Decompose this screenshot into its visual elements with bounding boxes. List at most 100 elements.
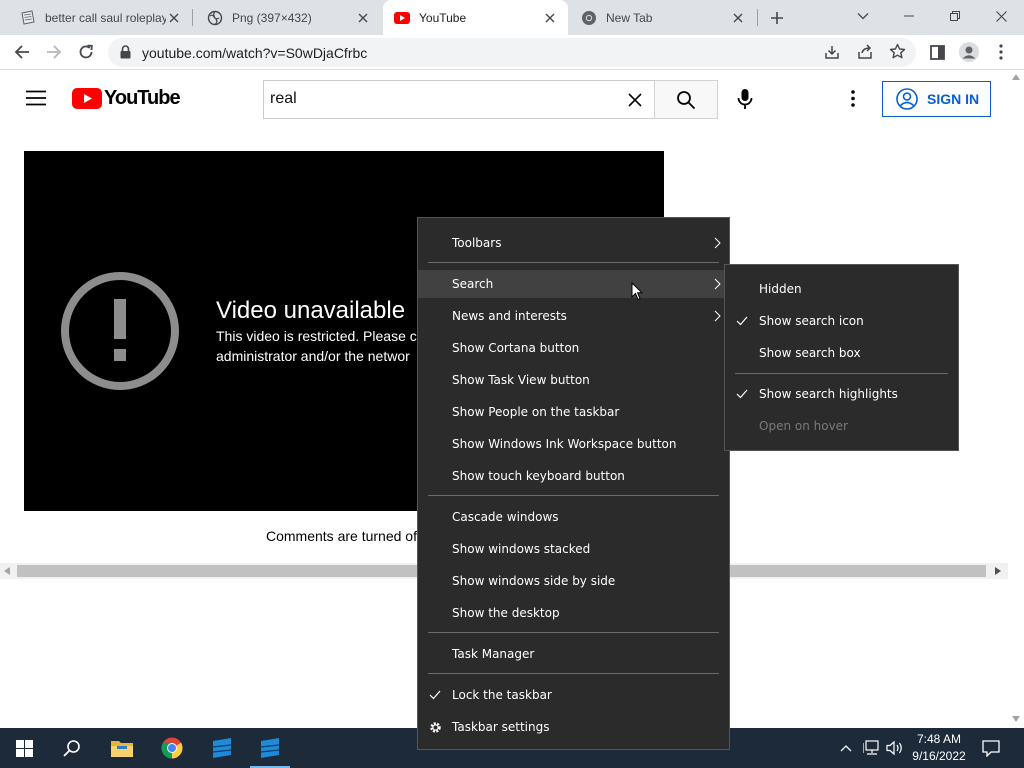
vertical-scrollbar[interactable] <box>1008 70 1024 728</box>
doc-icon <box>20 9 36 26</box>
chevron-right-icon <box>714 237 721 249</box>
menu-item-cascade-windows[interactable]: Cascade windows <box>418 503 729 531</box>
close-window-icon[interactable] <box>978 0 1024 32</box>
close-tab-icon[interactable] <box>730 10 746 26</box>
menu-item-search[interactable]: Search <box>418 270 729 298</box>
youtube-search-input[interactable]: real <box>263 80 655 119</box>
settings-more-icon[interactable] <box>851 90 855 107</box>
network-icon[interactable] <box>860 728 884 768</box>
clock-date: 9/16/2022 <box>912 749 966 763</box>
clear-search-icon[interactable] <box>628 93 642 107</box>
scroll-down-arrow-icon[interactable] <box>1012 716 1020 722</box>
tab-strip: better call saul roleplay Png (397×432) … <box>0 0 1024 35</box>
menu-item-toolbars[interactable]: Toolbars <box>418 229 729 257</box>
tab-new-tab[interactable]: New Tab <box>570 0 756 35</box>
profile-avatar-icon[interactable] <box>954 37 984 67</box>
voice-search-mic-icon[interactable] <box>737 88 753 110</box>
search-submenu: Hidden Show search icon Show search box … <box>724 264 959 451</box>
tab-png[interactable]: Png (397×432) <box>193 0 381 35</box>
volume-icon[interactable] <box>884 728 906 768</box>
menu-item-show-people[interactable]: Show People on the taskbar <box>418 398 729 426</box>
windows-start-icon[interactable] <box>0 728 48 768</box>
tab-search-chevron-down-icon[interactable] <box>840 0 886 32</box>
video-unavailable-message-line1: This video is restricted. Please c <box>216 328 417 344</box>
submenu-item-show-search-icon[interactable]: Show search icon <box>725 307 958 335</box>
forward-arrow-icon[interactable] <box>39 37 69 67</box>
tab-better-call-saul[interactable]: better call saul roleplay <box>0 0 192 35</box>
side-panel-icon[interactable] <box>922 37 952 67</box>
close-tab-icon[interactable] <box>355 10 371 26</box>
menu-item-show-windows-side-by-side[interactable]: Show windows side by side <box>418 567 729 595</box>
search-query-text: real <box>270 90 297 107</box>
chevron-right-icon <box>714 310 721 322</box>
tab-youtube[interactable]: YouTube <box>383 0 568 35</box>
checkmark-icon <box>736 316 748 326</box>
menu-item-show-ink-workspace[interactable]: Show Windows Ink Workspace button <box>418 430 729 458</box>
menu-item-label: Toolbars <box>452 236 502 250</box>
menu-separator <box>735 373 948 374</box>
menu-item-label: Show People on the taskbar <box>452 405 620 419</box>
menu-item-label: Show Cortana button <box>452 341 580 355</box>
tab-title: better call saul roleplay <box>45 10 166 25</box>
install-download-icon[interactable] <box>824 44 840 60</box>
address-bar[interactable]: youtube.com/watch?v=S0wDjaCfrbc <box>108 38 916 67</box>
menu-item-news-and-interests[interactable]: News and interests <box>418 302 729 330</box>
warning-exclamation-icon <box>60 271 180 391</box>
notification-center-icon[interactable] <box>976 728 1006 768</box>
url-text: youtube.com/watch?v=S0wDjaCfrbc <box>142 45 368 61</box>
mouse-cursor-icon <box>631 282 643 301</box>
video-unavailable-message-line2: administrator and/or the networ <box>216 348 410 364</box>
app-icon-active[interactable] <box>246 728 294 768</box>
menu-item-lock-the-taskbar[interactable]: Lock the taskbar <box>418 681 729 709</box>
globe-icon <box>207 10 223 26</box>
file-explorer-icon[interactable] <box>98 728 146 768</box>
scroll-right-arrow-icon[interactable] <box>995 567 1001 575</box>
scroll-up-arrow-icon[interactable] <box>1012 74 1020 80</box>
lock-icon[interactable] <box>120 45 131 59</box>
gear-icon <box>429 721 442 734</box>
plus-icon[interactable] <box>767 8 787 28</box>
search-icon[interactable] <box>48 728 96 768</box>
scroll-left-arrow-icon[interactable] <box>4 567 10 575</box>
youtube-logo[interactable]: YouTube <box>72 87 181 110</box>
menu-item-show-the-desktop[interactable]: Show the desktop <box>418 599 729 627</box>
sign-in-button[interactable]: SIGN IN <box>882 81 991 117</box>
menu-item-label: Show search box <box>759 346 861 360</box>
menu-separator <box>428 673 719 674</box>
menu-item-show-touch-keyboard[interactable]: Show touch keyboard button <box>418 462 729 490</box>
hamburger-menu-icon[interactable] <box>26 90 46 106</box>
minimize-icon[interactable] <box>886 0 932 32</box>
bookmark-star-icon[interactable] <box>889 43 906 60</box>
menu-item-label: Show search highlights <box>759 387 898 401</box>
menu-item-label: Show the desktop <box>452 606 560 620</box>
restore-icon[interactable] <box>932 0 978 32</box>
chrome-icon <box>581 10 597 26</box>
close-tab-icon[interactable] <box>542 10 558 26</box>
menu-item-task-manager[interactable]: Task Manager <box>418 640 729 668</box>
close-tab-icon[interactable] <box>166 10 182 26</box>
menu-item-show-cortana-button[interactable]: Show Cortana button <box>418 334 729 362</box>
back-arrow-icon[interactable] <box>7 37 37 67</box>
youtube-icon <box>394 10 410 26</box>
menu-item-label: Show touch keyboard button <box>452 469 625 483</box>
menu-item-taskbar-settings[interactable]: Taskbar settings <box>418 713 729 741</box>
sign-in-label: SIGN IN <box>927 91 980 107</box>
submenu-item-show-search-box[interactable]: Show search box <box>725 339 958 367</box>
youtube-search-button[interactable] <box>654 80 718 119</box>
menu-item-show-windows-stacked[interactable]: Show windows stacked <box>418 535 729 563</box>
submenu-item-show-search-highlights[interactable]: Show search highlights <box>725 380 958 408</box>
chrome-icon[interactable] <box>148 728 196 768</box>
chevron-right-icon <box>714 278 721 290</box>
app-icon[interactable] <box>198 728 246 768</box>
video-unavailable-title: Video unavailable <box>216 297 406 324</box>
menu-item-label: Show windows stacked <box>452 542 591 556</box>
tab-title: New Tab <box>606 10 653 25</box>
menu-item-label: Lock the taskbar <box>452 688 552 702</box>
menu-item-show-task-view-button[interactable]: Show Task View button <box>418 366 729 394</box>
browser-menu-icon[interactable] <box>986 37 1016 67</box>
chevron-up-icon[interactable] <box>836 728 856 768</box>
share-icon[interactable] <box>857 44 873 60</box>
reload-icon[interactable] <box>71 37 101 67</box>
submenu-item-hidden[interactable]: Hidden <box>725 275 958 303</box>
clock[interactable]: 7:48 AM 9/16/2022 <box>906 728 972 768</box>
